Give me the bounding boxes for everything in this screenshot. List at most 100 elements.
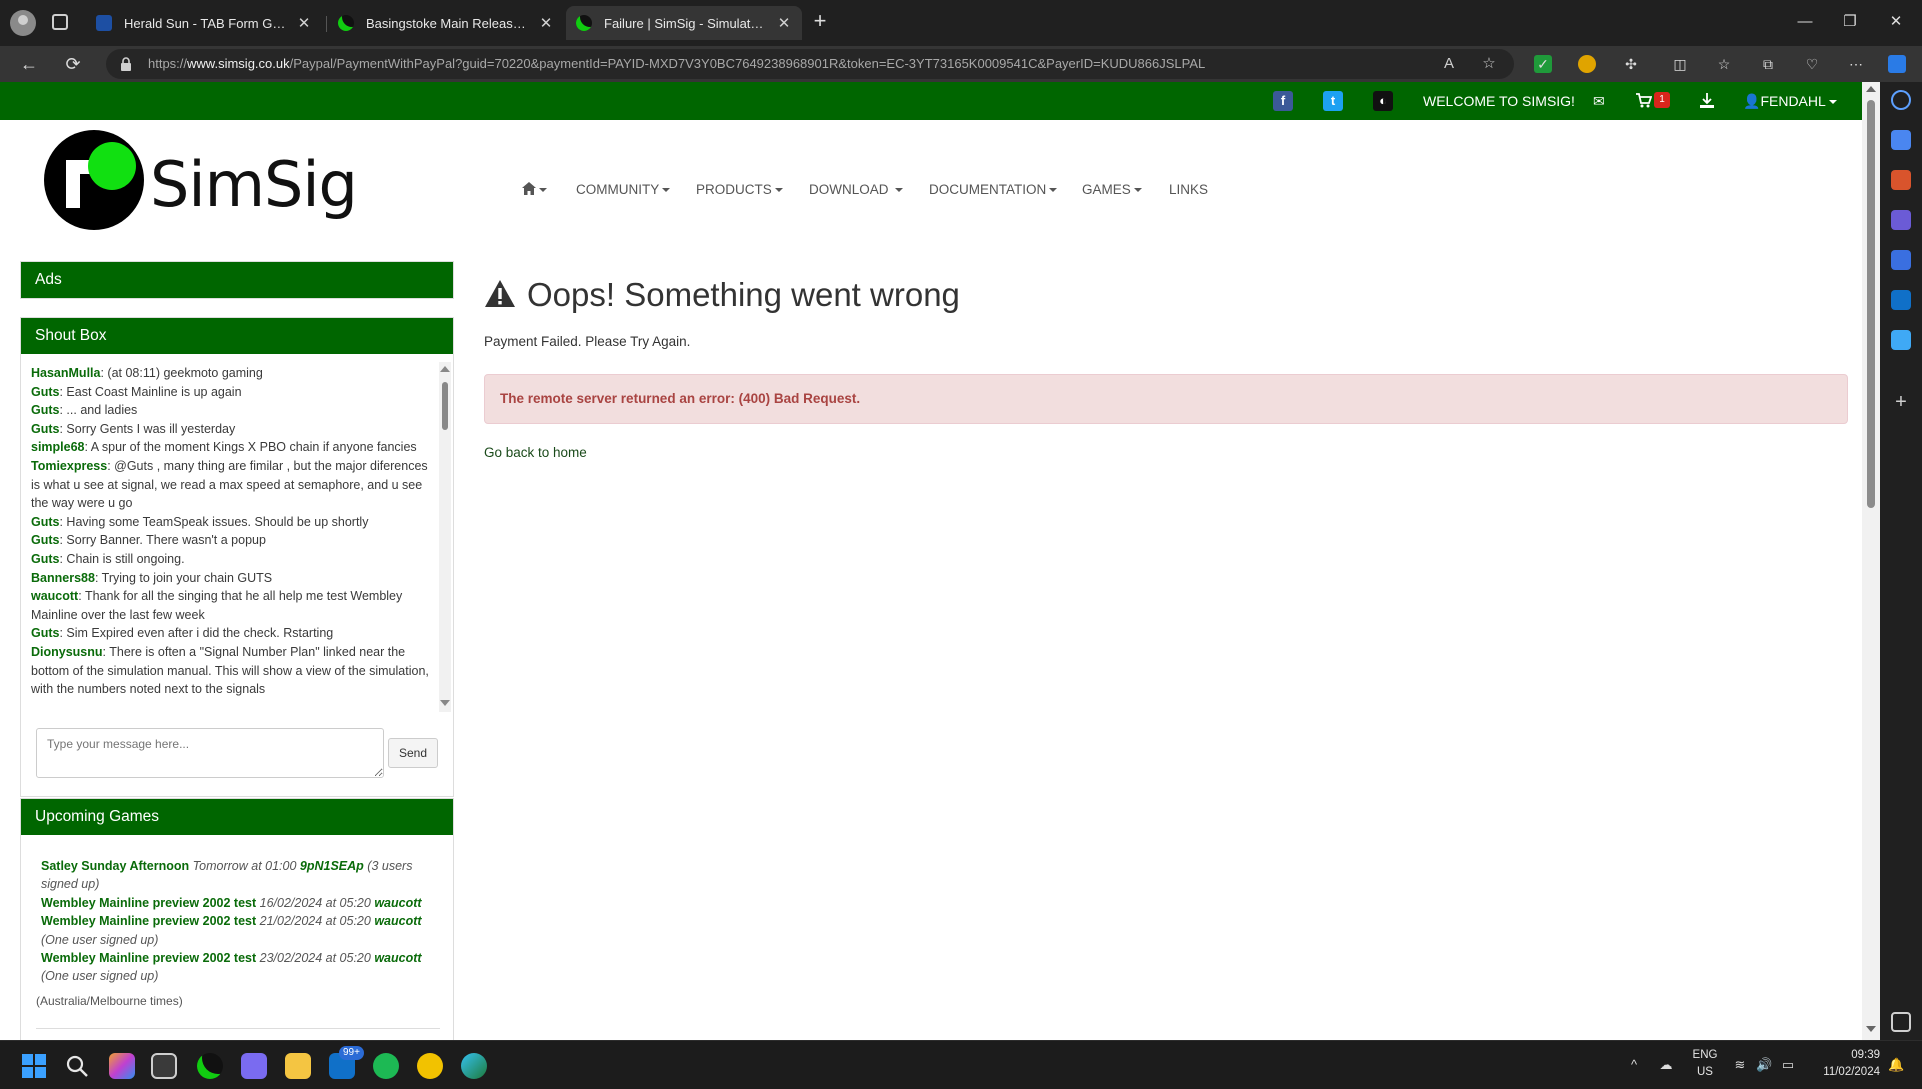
wifi-icon[interactable]: ≋ xyxy=(1732,1058,1748,1072)
nav-documentation[interactable]: DOCUMENTATION xyxy=(929,182,1058,197)
shout-user[interactable]: Guts xyxy=(31,515,59,529)
nav-products[interactable]: PRODUCTS xyxy=(696,182,783,197)
game-host[interactable]: 9pN1SEAp xyxy=(300,859,364,873)
address-bar[interactable]: https://www.simsig.co.uk/Paypal/PaymentW… xyxy=(106,49,1514,79)
add-sidebar-app-icon[interactable]: + xyxy=(1891,392,1911,412)
spotify-icon[interactable] xyxy=(373,1053,399,1079)
read-aloud-icon[interactable]: A xyxy=(1440,55,1458,73)
shoutbox-send-button[interactable]: Send xyxy=(388,738,438,768)
go-home-link[interactable]: Go back to home xyxy=(484,445,587,460)
tab-herald-sun[interactable]: Herald Sun - TAB Form Guide ✕ xyxy=(86,6,322,40)
battery-icon[interactable]: ▭ xyxy=(1780,1058,1796,1072)
windows-start-icon[interactable] xyxy=(22,1054,46,1078)
shout-user[interactable]: waucott xyxy=(31,589,78,603)
split-screen-icon[interactable]: ◫ xyxy=(1671,55,1689,73)
shout-user[interactable]: Guts xyxy=(31,626,59,640)
extension-face-icon[interactable] xyxy=(1578,55,1596,73)
messages-icon[interactable]: ✉ xyxy=(1593,93,1605,110)
back-icon[interactable]: ← xyxy=(18,54,40,74)
profile-icon[interactable] xyxy=(10,10,36,36)
teamspeak-icon[interactable]: ◐ xyxy=(1373,91,1393,111)
user-menu[interactable]: 👤FENDAHL xyxy=(1743,93,1837,110)
collections-icon[interactable]: ⧉ xyxy=(1759,55,1777,73)
scrollbar-thumb[interactable] xyxy=(442,382,448,430)
nav-community[interactable]: COMMUNITY xyxy=(576,182,671,197)
extensions-puzzle-icon[interactable]: ✣ xyxy=(1622,55,1640,73)
show-hidden-icons-icon[interactable]: ^ xyxy=(1626,1058,1642,1072)
language-indicator-top[interactable]: ENG xyxy=(1690,1049,1720,1061)
microsoft-365-icon[interactable] xyxy=(1891,250,1911,270)
shout-user[interactable]: HasanMulla xyxy=(31,366,100,380)
sidebar-toggle-icon[interactable] xyxy=(1891,1012,1911,1032)
game-name[interactable]: Satley Sunday Afternoon xyxy=(41,859,189,873)
taskbar-search-icon[interactable] xyxy=(65,1054,89,1078)
loader-app-icon[interactable] xyxy=(241,1053,267,1079)
game-host[interactable]: waucott xyxy=(374,914,421,928)
tab-basingstoke[interactable]: Basingstoke Main Released! | Sim ✕ xyxy=(328,6,564,40)
minimize-icon[interactable]: — xyxy=(1793,12,1817,32)
shout-user[interactable]: Banners88 xyxy=(31,571,95,585)
games-icon[interactable] xyxy=(1891,210,1911,230)
clock-date[interactable]: 11/02/2024 xyxy=(1808,1066,1880,1078)
scroll-up-icon[interactable] xyxy=(1866,86,1876,92)
tab-failure-simsig[interactable]: Failure | SimSig - Simulator of Rail ✕ xyxy=(566,6,802,40)
close-tab-icon[interactable]: ✕ xyxy=(776,14,792,32)
scrollbar-thumb[interactable] xyxy=(1867,100,1875,508)
twitter-icon[interactable]: t xyxy=(1323,91,1343,111)
edge-browser-icon[interactable] xyxy=(461,1053,487,1079)
nav-download[interactable]: DOWNLOAD xyxy=(809,182,904,197)
facebook-icon[interactable]: f xyxy=(1273,91,1293,111)
search-icon[interactable] xyxy=(1891,90,1911,110)
more-menu-icon[interactable]: ⋯ xyxy=(1847,55,1865,73)
scroll-down-icon[interactable] xyxy=(440,700,450,706)
nav-links[interactable]: LINKS xyxy=(1169,182,1208,197)
shout-user[interactable]: Dionysusnu xyxy=(31,645,103,659)
tab-actions-icon[interactable] xyxy=(52,14,68,30)
scroll-down-icon[interactable] xyxy=(1866,1026,1876,1032)
tools-briefcase-icon[interactable] xyxy=(1891,170,1911,190)
outlook-icon[interactable] xyxy=(1891,290,1911,310)
shout-user[interactable]: Guts xyxy=(31,422,59,436)
nav-games[interactable]: GAMES xyxy=(1082,182,1142,197)
copilot-preview-icon[interactable] xyxy=(109,1053,135,1079)
scroll-up-icon[interactable] xyxy=(440,366,450,372)
shout-user[interactable]: simple68 xyxy=(31,440,85,454)
shout-user[interactable]: Guts xyxy=(31,385,59,399)
simsig-app-icon[interactable] xyxy=(197,1053,223,1079)
close-window-icon[interactable]: ✕ xyxy=(1884,12,1908,32)
task-view-icon[interactable] xyxy=(151,1053,177,1079)
clock-time[interactable]: 09:39 xyxy=(1808,1049,1880,1061)
nav-home[interactable] xyxy=(522,182,547,197)
shoutbox-scrollbar[interactable] xyxy=(439,362,451,712)
favorites-icon[interactable]: ☆ xyxy=(1715,55,1733,73)
extension-check-icon[interactable]: ✓ xyxy=(1534,55,1552,73)
volume-icon[interactable]: 🔊 xyxy=(1756,1058,1772,1072)
shout-user[interactable]: Tomiexpress xyxy=(31,459,107,473)
notifications-bell-icon[interactable]: 🔔 xyxy=(1888,1058,1904,1072)
todo-app-icon[interactable] xyxy=(417,1053,443,1079)
game-name[interactable]: Wembley Mainline preview 2002 test xyxy=(41,896,256,910)
shout-user[interactable]: Guts xyxy=(31,552,59,566)
cart-icon[interactable] xyxy=(1636,93,1652,108)
favorite-star-icon[interactable]: ☆ xyxy=(1480,55,1498,73)
language-indicator-bottom[interactable]: US xyxy=(1690,1066,1720,1078)
close-tab-icon[interactable]: ✕ xyxy=(296,14,312,32)
game-name[interactable]: Wembley Mainline preview 2002 test xyxy=(41,914,256,928)
shout-user[interactable]: Guts xyxy=(31,403,59,417)
shoutbox-messages[interactable]: HasanMulla: (at 08:11) geekmoto gaming Gu… xyxy=(31,364,433,704)
shopping-tag-icon[interactable] xyxy=(1891,130,1911,150)
file-explorer-icon[interactable] xyxy=(285,1053,311,1079)
game-host[interactable]: waucott xyxy=(374,896,421,910)
copilot-icon[interactable] xyxy=(1888,55,1906,73)
drop-icon[interactable] xyxy=(1891,330,1911,350)
onedrive-cloud-icon[interactable]: ☁ xyxy=(1658,1058,1674,1072)
close-tab-icon[interactable]: ✕ xyxy=(538,14,554,32)
game-name[interactable]: Wembley Mainline preview 2002 test xyxy=(41,951,256,965)
browser-essentials-icon[interactable]: ♡ xyxy=(1803,55,1821,73)
shoutbox-message-input[interactable] xyxy=(36,728,384,778)
page-scrollbar[interactable] xyxy=(1862,82,1880,1040)
game-host[interactable]: waucott xyxy=(374,951,421,965)
shout-user[interactable]: Guts xyxy=(31,533,59,547)
download-tray-icon[interactable] xyxy=(1700,93,1714,109)
new-tab-icon[interactable]: + xyxy=(808,10,832,34)
